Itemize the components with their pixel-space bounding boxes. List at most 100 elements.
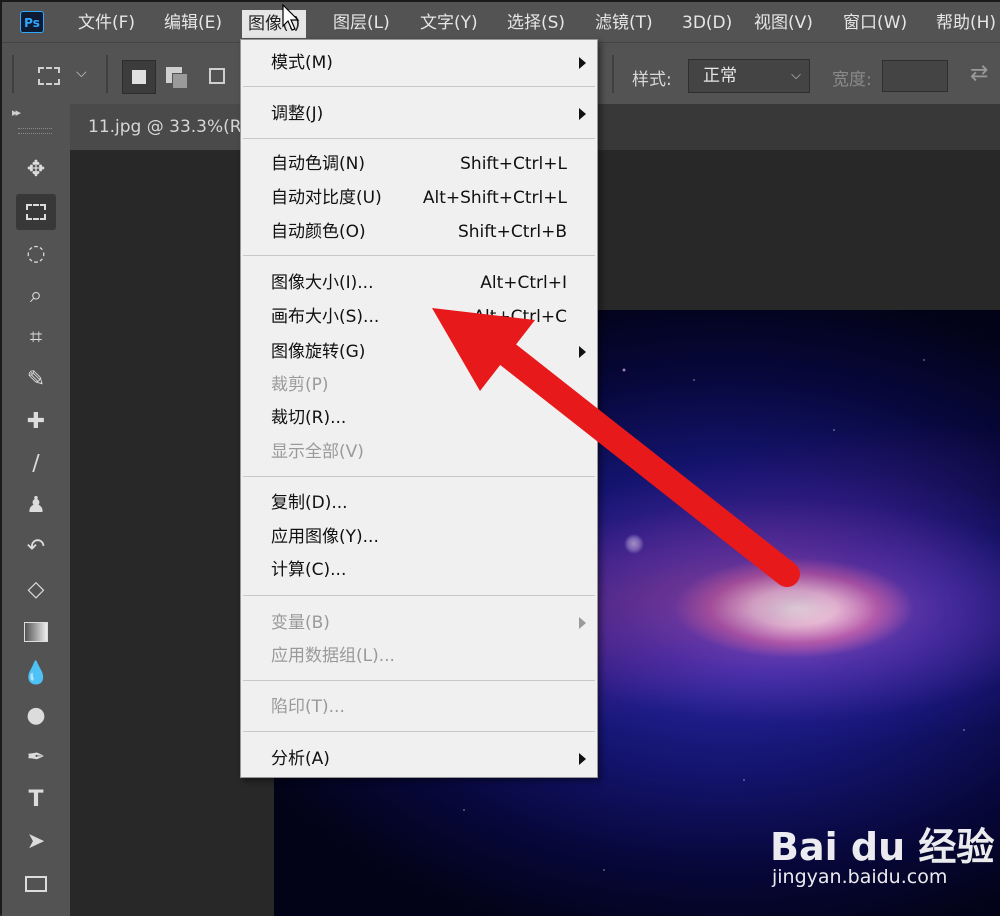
- divider: [106, 55, 108, 93]
- style-select-value: 正常: [703, 66, 737, 86]
- eraser-icon[interactable]: ◇: [16, 572, 56, 608]
- clone-stamp-icon[interactable]: ♟: [16, 488, 56, 524]
- menu-view[interactable]: 视图(V): [754, 10, 813, 36]
- photoshop-logo-icon: Ps: [20, 11, 44, 33]
- add-to-selection-overlay: [172, 73, 188, 89]
- blur-icon[interactable]: 💧: [16, 656, 56, 692]
- menu-item-canvas-size[interactable]: 画布大小(S)... Alt+Ctrl+C: [241, 302, 597, 332]
- baidu-jingyan-watermark: Bai du 经验 jingyan.baidu.com: [770, 802, 994, 902]
- rectangular-marquee-icon[interactable]: [16, 194, 56, 230]
- menu-bar: Ps 文件(F) 编辑(E) 图像(I) 图层(L) 文字(Y) 选择(S) 滤…: [2, 2, 1000, 42]
- style-label: 样式:: [632, 70, 672, 90]
- menu-item-apply-data-set: 应用数据组(L)...: [241, 641, 597, 671]
- menu-3d[interactable]: 3D(D): [682, 10, 732, 36]
- menu-item-crop: 裁剪(P): [241, 370, 597, 400]
- menu-file[interactable]: 文件(F): [78, 10, 135, 36]
- brush-icon[interactable]: ∕: [16, 446, 56, 482]
- subtract-selection-icon[interactable]: [209, 68, 225, 84]
- menu-item-trim[interactable]: 裁切(R)...: [241, 403, 597, 433]
- menu-item-label: 计算(C)...: [271, 560, 347, 580]
- marquee-preset-icon[interactable]: [38, 67, 60, 85]
- menu-item-variables: 变量(B): [241, 608, 597, 638]
- menu-separator: [243, 86, 595, 87]
- move-icon[interactable]: ✥: [16, 152, 56, 188]
- menu-item-label: 调整(J): [271, 104, 324, 124]
- watermark-brand: Bai du 经验: [770, 825, 995, 869]
- watermark-url: jingyan.baidu.com: [772, 866, 948, 888]
- menu-filter[interactable]: 滤镜(T): [595, 10, 653, 36]
- menu-item-label: 陷印(T)...: [271, 697, 345, 717]
- swap-width-height-icon[interactable]: ⇄: [970, 61, 988, 86]
- width-input[interactable]: [882, 60, 948, 92]
- menu-item-label: 裁切(R)...: [271, 408, 347, 428]
- menu-item-image-size[interactable]: 图像大小(I)... Alt+Ctrl+I: [241, 268, 597, 298]
- menu-item-label: 自动颜色(O): [271, 222, 366, 242]
- lasso-icon[interactable]: ◌: [16, 236, 56, 272]
- chevron-down-icon: ⌵: [791, 68, 801, 83]
- chevron-down-icon[interactable]: ⌵: [76, 65, 87, 81]
- menu-item-label: 复制(D)...: [271, 493, 348, 513]
- document-tab[interactable]: 11.jpg @ 33.3%(R: [70, 104, 242, 150]
- menu-item-label: 自动对比度(U): [271, 188, 382, 208]
- history-brush-icon[interactable]: ↶: [16, 530, 56, 566]
- menu-item-label: 显示全部(V): [271, 442, 364, 462]
- menu-item-label: 分析(A): [271, 749, 330, 769]
- quick-selection-icon[interactable]: ⌕: [16, 278, 56, 314]
- style-select[interactable]: 正常 ⌵: [688, 59, 810, 93]
- submenu-arrow-icon: [579, 753, 586, 765]
- menu-edit[interactable]: 编辑(E): [164, 10, 222, 36]
- app-window: Ps 文件(F) 编辑(E) 图像(I) 图层(L) 文字(Y) 选择(S) 滤…: [0, 0, 1000, 916]
- new-selection-button[interactable]: [122, 60, 156, 94]
- menu-item-mode[interactable]: 模式(M): [241, 48, 597, 78]
- new-selection-icon: [132, 70, 146, 84]
- submenu-arrow-icon: [579, 346, 586, 358]
- path-selection-icon[interactable]: ➤: [16, 824, 56, 860]
- submenu-arrow-icon: [579, 108, 586, 120]
- menu-help[interactable]: 帮助(H): [936, 10, 996, 36]
- menu-item-trap: 陷印(T)...: [241, 692, 597, 722]
- menu-select[interactable]: 选择(S): [507, 10, 565, 36]
- menu-separator: [243, 680, 595, 681]
- menu-separator: [243, 476, 595, 477]
- submenu-arrow-icon: [579, 617, 586, 629]
- menu-item-shortcut: Shift+Ctrl+L: [460, 154, 567, 174]
- panel-grip[interactable]: [18, 128, 52, 134]
- collapse-panel-icon[interactable]: ▸▸: [12, 106, 21, 119]
- menu-item-label: 自动色调(N): [271, 154, 365, 174]
- type-icon[interactable]: T: [16, 782, 56, 818]
- menu-item-shortcut: Alt+Ctrl+C: [473, 307, 567, 327]
- crop-icon[interactable]: ⌗: [16, 320, 56, 356]
- menu-item-label: 裁剪(P): [271, 375, 329, 395]
- menu-item-label: 应用图像(Y)...: [271, 527, 379, 547]
- menu-item-apply-image[interactable]: 应用图像(Y)...: [241, 522, 597, 552]
- divider: [12, 55, 14, 93]
- menu-item-adjustments[interactable]: 调整(J): [241, 99, 597, 129]
- menu-layer[interactable]: 图层(L): [333, 10, 390, 36]
- menu-window[interactable]: 窗口(W): [843, 10, 907, 36]
- menu-item-reveal-all: 显示全部(V): [241, 437, 597, 467]
- menu-separator: [243, 138, 595, 139]
- menu-item-calculations[interactable]: 计算(C)...: [241, 555, 597, 585]
- submenu-arrow-icon: [579, 57, 586, 69]
- gradient-icon[interactable]: [16, 614, 56, 650]
- menu-separator: [243, 595, 595, 596]
- menu-item-duplicate[interactable]: 复制(D)...: [241, 488, 597, 518]
- menu-item-auto-color[interactable]: 自动颜色(O) Shift+Ctrl+B: [241, 217, 597, 247]
- dodge-icon[interactable]: ●: [16, 698, 56, 734]
- menu-item-shortcut: Alt+Ctrl+I: [480, 273, 567, 293]
- image-menu-dropdown: 模式(M) 调整(J) 自动色调(N) Shift+Ctrl+L 自动对比度(U…: [240, 39, 598, 778]
- menu-item-label: 图像旋转(G): [271, 342, 366, 362]
- pen-icon[interactable]: ✒: [16, 740, 56, 776]
- eyedropper-icon[interactable]: ✎: [16, 362, 56, 398]
- rectangle-shape-icon[interactable]: [16, 866, 56, 902]
- menu-item-label: 模式(M): [271, 53, 333, 73]
- menu-item-label: 应用数据组(L)...: [271, 646, 395, 666]
- menu-item-auto-tone[interactable]: 自动色调(N) Shift+Ctrl+L: [241, 149, 597, 179]
- menu-item-analysis[interactable]: 分析(A): [241, 744, 597, 774]
- menu-item-label: 图像大小(I)...: [271, 273, 374, 293]
- menu-item-image-rotation[interactable]: 图像旋转(G): [241, 337, 597, 367]
- menu-item-label: 变量(B): [271, 613, 330, 633]
- menu-type[interactable]: 文字(Y): [420, 10, 478, 36]
- menu-item-auto-contrast[interactable]: 自动对比度(U) Alt+Shift+Ctrl+L: [241, 183, 597, 213]
- healing-brush-icon[interactable]: ✚: [16, 404, 56, 440]
